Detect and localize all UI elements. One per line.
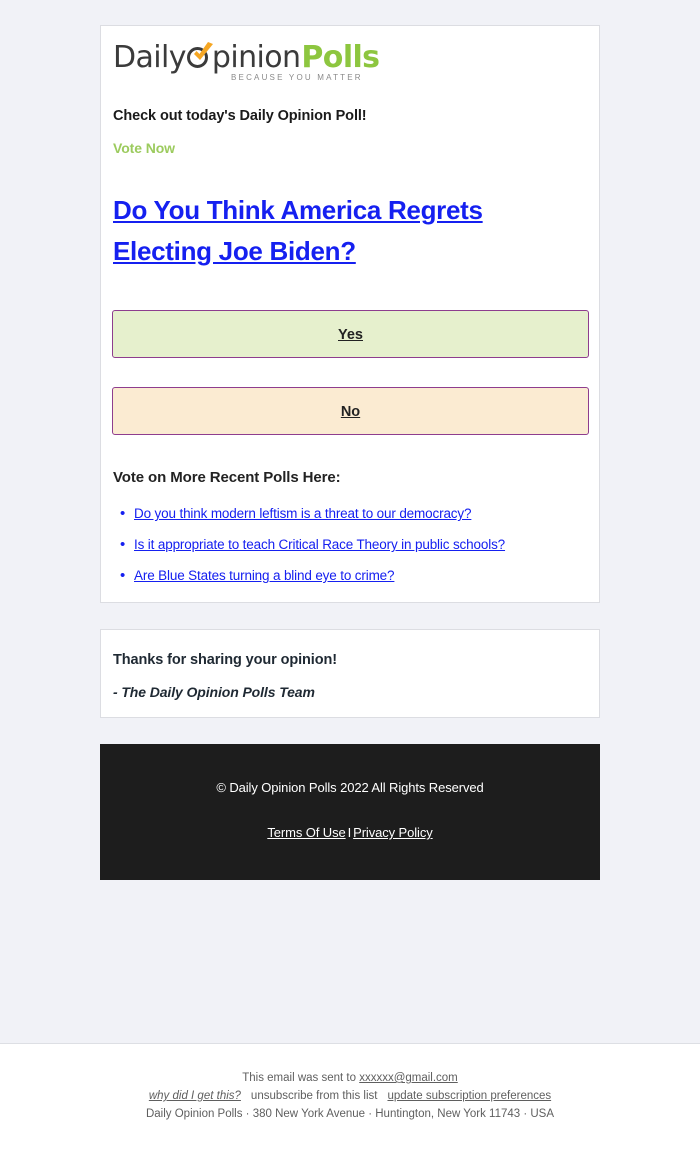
recipient-email-link[interactable]: xxxxxx@gmail.com [359,1072,458,1084]
list-item: Do you think modern leftism is a threat … [120,505,588,522]
vote-now-label: Vote Now [113,140,175,156]
thanks-signature: - The Daily Opinion Polls Team [113,684,315,700]
vote-yes-button[interactable]: Yes [112,310,589,358]
logo-text-polls: Polls [301,40,380,75]
more-poll-link-3[interactable]: Are Blue States turning a blind eye to c… [134,568,395,583]
terms-of-use-link[interactable]: Terms Of Use [267,825,345,840]
email-body: Daily pinionPolls BECAUSE YOU MATTER Chec… [0,25,700,880]
dark-footer: © Daily Opinion Polls 2022 All Rights Re… [100,744,600,880]
logo-check-circle-icon [186,40,214,76]
list-management-footer: This email was sent to xxxxxx@gmail.com … [0,1044,700,1159]
logo-text-daily: Daily [113,40,187,75]
unsubscribe-link[interactable]: unsubscribe from this list [251,1090,378,1102]
footer-link-separator: I [347,825,352,840]
why-did-i-get-this-link[interactable]: why did I get this? [149,1090,241,1102]
sent-to-prefix: This email was sent to [242,1072,360,1084]
logo-wordmark: Daily pinionPolls [113,40,588,76]
vote-button-group: Yes No [112,310,589,435]
mailing-address: Daily Opinion Polls · 380 New York Avenu… [145,1108,555,1120]
poll-question-link[interactable]: Do You Think America Regrets Electing Jo… [113,190,587,272]
update-preferences-link[interactable]: update subscription preferences [387,1090,551,1102]
logo-text-pinion: pinion [211,40,301,75]
list-item: Is it appropriate to teach Critical Race… [120,536,588,553]
poll-card: Daily pinionPolls BECAUSE YOU MATTER Chec… [100,25,600,603]
list-actions-line: why did I get this? unsubscribe from this… [0,1087,700,1105]
more-polls-list: Do you think modern leftism is a threat … [112,505,588,584]
list-item: Are Blue States turning a blind eye to c… [120,567,588,584]
thanks-card: Thanks for sharing your opinion! - The D… [100,629,600,718]
more-polls-title: Vote on More Recent Polls Here: [113,469,341,486]
sent-to-line: This email was sent to xxxxxx@gmail.com [0,1069,700,1087]
footer-links: Terms Of Use I Privacy Policy [110,825,590,840]
more-poll-link-1[interactable]: Do you think modern leftism is a threat … [134,506,472,521]
more-poll-link-2[interactable]: Is it appropriate to teach Critical Race… [134,537,505,552]
thanks-title: Thanks for sharing your opinion! [113,652,337,668]
privacy-policy-link[interactable]: Privacy Policy [353,825,433,840]
brand-logo[interactable]: Daily pinionPolls BECAUSE YOU MATTER [112,40,588,86]
vote-no-button[interactable]: No [112,387,589,435]
copyright-text: © Daily Opinion Polls 2022 All Rights Re… [216,780,484,795]
poll-subheading: Check out today's Daily Opinion Poll! [113,108,367,124]
